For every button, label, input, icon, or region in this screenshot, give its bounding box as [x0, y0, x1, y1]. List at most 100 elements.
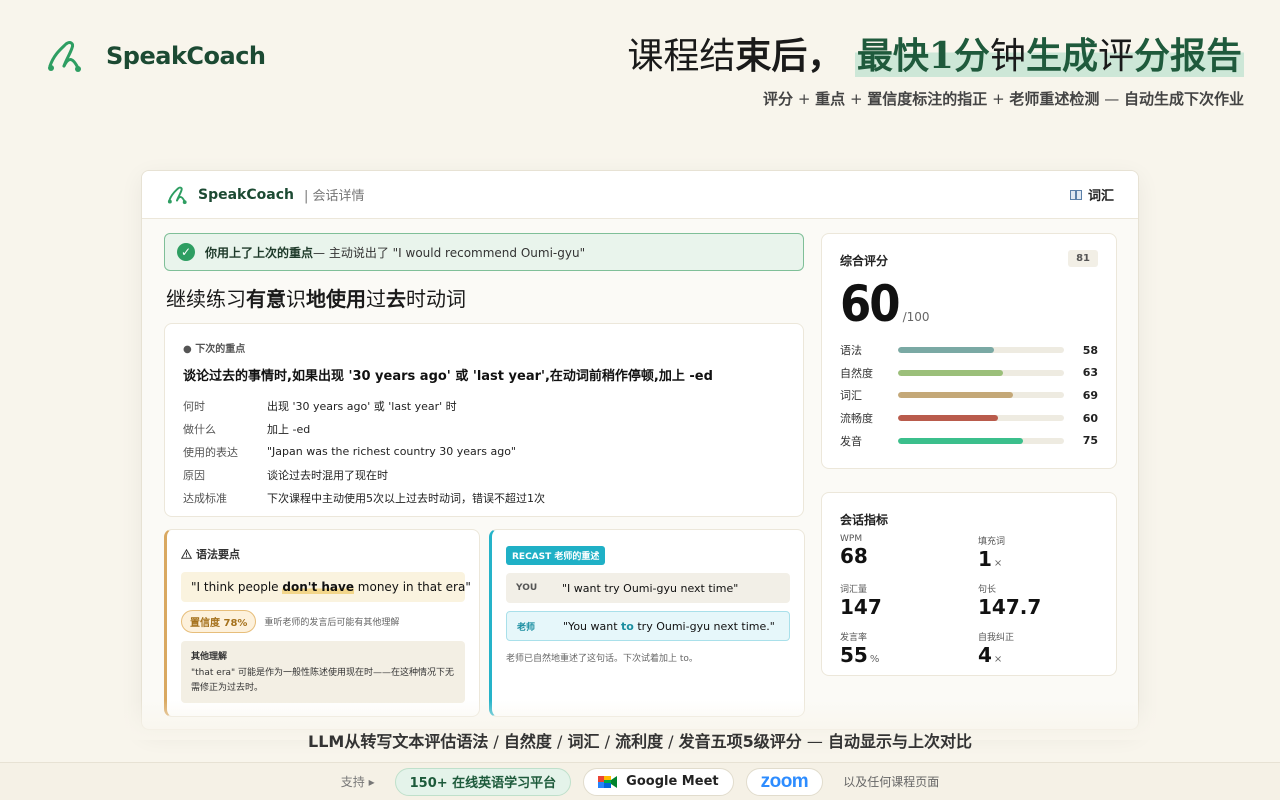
focus-detail-value: 谈论过去时混用了现在时 — [267, 468, 388, 482]
caption-text: / — [663, 732, 679, 751]
focus-detail-key: 原因 — [183, 468, 205, 482]
metric-item: WPM 68 — [840, 534, 978, 576]
score-bar-fill — [898, 415, 998, 422]
support-label: 支持 ▸ — [340, 775, 375, 789]
next-focus-label: ● 下次的重点 — [183, 344, 246, 355]
score-bar-fill — [898, 437, 1023, 444]
teacher-utterance: "You want to try Oumi-gyu next time." — [563, 620, 775, 633]
score-bar-label: 自然度 — [840, 366, 873, 380]
metric-number: 147 — [840, 595, 882, 619]
banner-text: — 主动说出了 "I would recommend Oumi-gyu" — [313, 245, 586, 260]
session-metrics-card: 会话指标 WPM 68 填充词 1 × 词汇量 147 句长 147.7 发言率 55% 自… — [821, 492, 1117, 676]
previous-focus-banner: ✓ 你用上了上次的重点 — 主动说出了 "I would recommend O… — [164, 233, 804, 271]
focus-detail-key: 何时 — [183, 399, 205, 413]
overall-score-title: 综合评分 — [840, 254, 889, 268]
recast-correction-highlight: to — [621, 619, 634, 633]
caption-text: / — [551, 732, 568, 751]
score-bar-row: 发音 75 — [840, 429, 1098, 452]
check-icon: ✓ — [177, 243, 195, 261]
section-title-text: 地使用 — [306, 287, 366, 311]
book-icon — [1069, 189, 1082, 200]
headline-text: 生成 — [1025, 35, 1098, 77]
subtitle-text: 置信度标注的指正 — [867, 90, 988, 108]
recast-note: 老师已自然地重述了这句话。下次试着加上 to。 — [506, 654, 698, 664]
section-title-text: 识 — [286, 287, 306, 311]
teacher-utterance-text: try Oumi-gyu next time." — [633, 619, 775, 633]
subtitle-text: 评分 — [763, 90, 794, 108]
metric-number: 4 — [978, 643, 992, 667]
caption-text: 发音五项5级评分 — [678, 732, 802, 751]
confidence-note: 重听老师的发言后可能有其他理解 — [264, 618, 400, 628]
google-meet-pill[interactable]: Google Meet — [583, 767, 734, 796]
section-title-text: 去 — [386, 287, 406, 311]
overall-score-card: 综合评分 81 60 /100 语法 58 自然度 63 词汇 69 流畅度 60 发音 75 — [821, 233, 1117, 469]
platforms-pill[interactable]: 150+ 在线英语学习平台 — [394, 767, 572, 796]
metric-value: 147 — [840, 595, 978, 624]
grammar-point-card: 语法要点 "I think people don't have money in… — [164, 529, 480, 717]
score-bar-track — [898, 437, 1064, 444]
zoom-logo: zoom — [760, 770, 809, 792]
metric-value: 147.7 — [978, 595, 1116, 624]
score-bar-value: 60 — [1082, 411, 1098, 425]
headline-text: 评 — [1097, 36, 1134, 77]
score-bar-fill — [898, 347, 995, 354]
speakcoach-logo-icon — [167, 186, 187, 204]
page-title: | 会话详情 — [303, 189, 365, 204]
headline-subtitle: 评分 + 重点 + 置信度标注的指正 + 老师重述检测 — 自动生成下次作业 — [763, 88, 1244, 109]
score-bar-fill — [898, 369, 1003, 376]
focus-detail-value: 下次课程中主动使用5次以上过去时动词，错误不超过1次 — [267, 491, 545, 505]
vocab-button[interactable]: 词汇 — [1069, 185, 1114, 204]
previous-score-badge: 81 — [1068, 250, 1098, 267]
score-bar-track — [898, 347, 1064, 354]
speaker-label: YOU — [516, 583, 538, 593]
score-bar-track — [898, 392, 1064, 399]
metric-number: 1 — [978, 547, 992, 571]
speaker-label: 老师 — [517, 622, 536, 633]
grammar-error-highlight: don't have — [282, 580, 354, 594]
metric-number: 55 — [840, 643, 868, 667]
headline-text: 束后， — [735, 35, 844, 77]
headline: 课程结束后， 最快1分钟生成评分报告 — [627, 32, 1244, 81]
score-breakdown: 语法 58 自然度 63 词汇 69 流畅度 60 发音 75 — [840, 339, 1098, 452]
recast-tag: RECAST 老师的重述 — [506, 546, 606, 565]
headline-text: 最快 — [856, 35, 929, 77]
score-bar-track — [898, 415, 1064, 422]
section-title-text: 时动词 — [406, 287, 466, 311]
metrics-grid: WPM 68 填充词 1 × 词汇量 147 句长 147.7 发言率 55% 自我纠正 4 × — [840, 534, 1098, 672]
caption-text: — — [801, 732, 828, 751]
metric-label: 自我纠正 — [978, 633, 1015, 643]
student-utterance: "I want try Oumi-gyu next time" — [562, 581, 739, 595]
zoom-pill[interactable]: zoom — [745, 767, 824, 796]
caption-text: / — [599, 732, 616, 751]
teacher-utterance-text: "You want — [563, 619, 622, 633]
section-title-text: 继续练习 — [166, 287, 246, 311]
metric-label: 句长 — [978, 585, 997, 595]
focus-detail-row: 原因 谈论过去时混用了现在时 — [183, 463, 785, 486]
recast-student-line: YOU "I want try Oumi-gyu next time" — [506, 573, 790, 603]
grammar-point-title: 语法要点 — [181, 546, 465, 562]
caption-text: 自然度 — [503, 732, 552, 751]
metric-item: 发言率 55% — [840, 630, 978, 672]
subtitle-text: + — [845, 90, 868, 108]
focus-detail-key: 使用的表达 — [183, 445, 238, 459]
score-bar-label: 语法 — [840, 344, 862, 358]
metric-label: 词汇量 — [840, 585, 868, 595]
grammar-quote: "I think people don't have money in that… — [181, 572, 471, 602]
brand-name: SpeakCoach — [106, 42, 266, 70]
metric-label: 发言率 — [840, 633, 868, 643]
metric-item: 词汇量 147 — [840, 582, 978, 624]
metric-unit: × — [993, 558, 1003, 569]
recast-card: RECAST 老师的重述 YOU "I want try Oumi-gyu ne… — [489, 529, 805, 717]
headline-text: 课程 — [627, 36, 700, 77]
supported-platforms-bar: 支持 ▸ 150+ 在线英语学习平台 Google Meet zoom 以及任何… — [0, 762, 1280, 800]
headline-text: 报告 — [1169, 35, 1242, 77]
session-detail-window: SpeakCoach | 会话详情 词汇 ✓ 你用上了上次的重点 — 主动说出了… — [141, 170, 1139, 730]
focus-detail-row: 使用的表达 "Japan was the richest country 30 y… — [183, 440, 785, 463]
metric-value: 1 × — [978, 547, 1116, 576]
focus-detail-row: 达成标准 下次课程中主动使用5次以上过去时动词，错误不超过1次 — [183, 486, 785, 509]
score-bar-value: 69 — [1082, 388, 1098, 402]
grammar-point-title-text: 语法要点 — [196, 548, 240, 561]
metric-label: 填充词 — [978, 537, 1006, 547]
alternative-text: "that era" 可能是作为一般性陈述使用现在时——在这种情况下无需修正为过… — [191, 668, 455, 693]
metric-label: WPM — [840, 534, 863, 544]
